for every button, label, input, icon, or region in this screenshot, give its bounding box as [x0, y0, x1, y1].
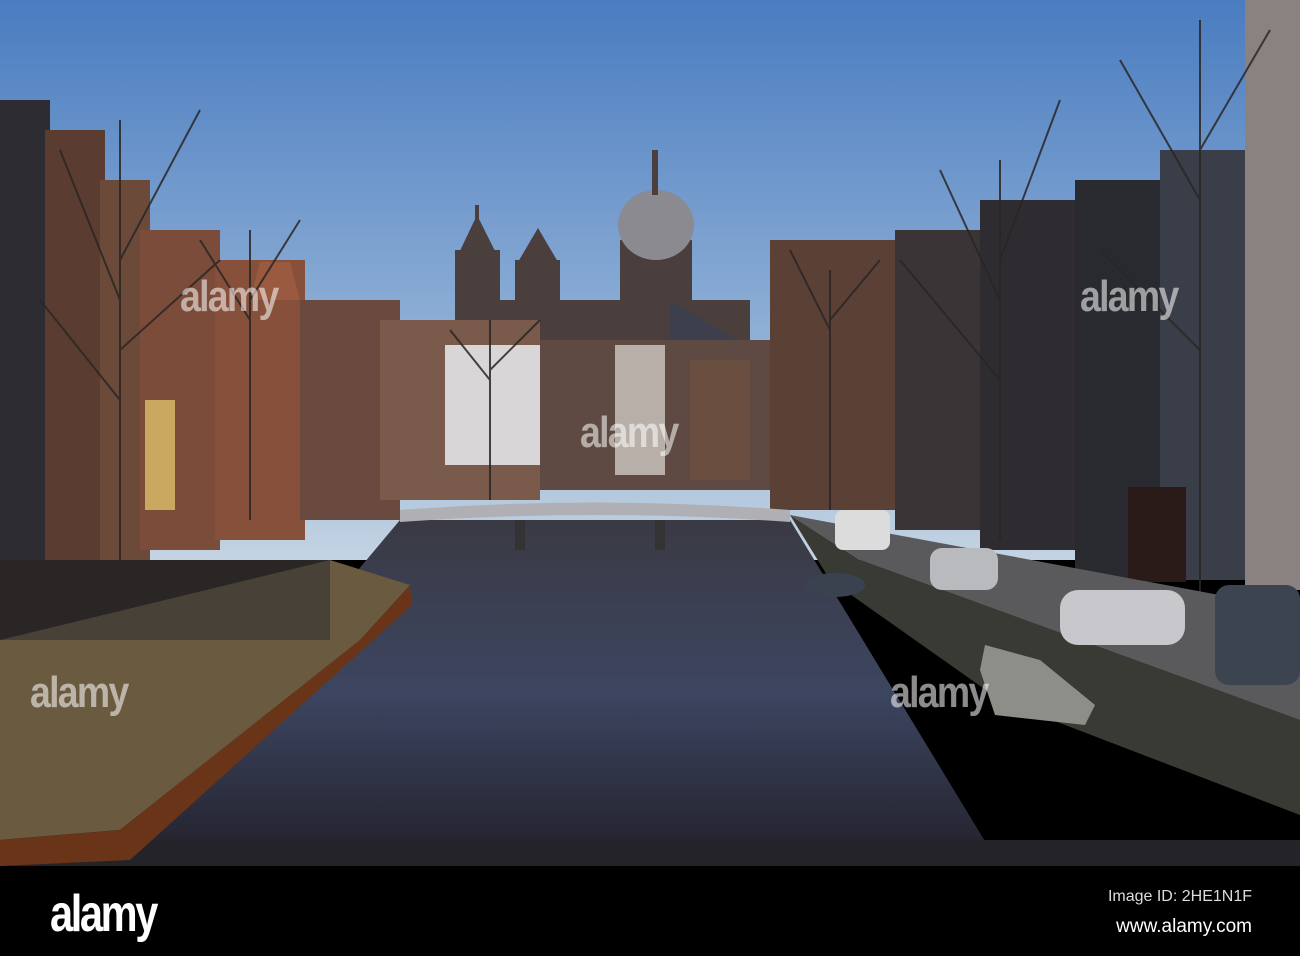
left-street	[0, 560, 330, 640]
stock-photo-page: alamy alamy alamy alamy alamy alamy Imag…	[0, 0, 1300, 956]
canal-water	[0, 840, 1300, 866]
watermark: alamy	[580, 408, 679, 457]
watermark: alamy	[180, 272, 279, 321]
image-id: Image ID: 2HE1N1F	[1107, 888, 1252, 905]
alamy-banner: alamy Image ID: 2HE1N1F www.alamy.com	[0, 866, 1300, 956]
watermark: alamy	[1080, 272, 1179, 321]
watermark: alamy	[890, 668, 989, 717]
website-link[interactable]: www.alamy.com	[1116, 916, 1252, 938]
alamy-logo: alamy	[50, 885, 158, 943]
watermark: alamy	[30, 668, 129, 717]
